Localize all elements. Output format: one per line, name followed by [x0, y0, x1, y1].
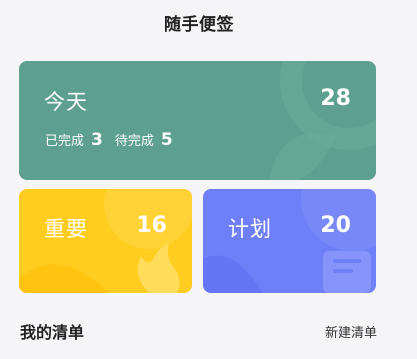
plan-card[interactable]: 计划 20 [203, 189, 376, 293]
leaf-decoration-icon [269, 61, 376, 180]
today-stats: 已完成 3 待完成 5 [45, 130, 185, 150]
plan-count: 20 [320, 213, 351, 238]
important-card[interactable]: 重要 16 [19, 189, 192, 293]
done-label: 已完成 [45, 134, 85, 149]
today-count: 28 [320, 86, 351, 111]
today-label: 今天 [44, 90, 88, 114]
my-lists-title: 我的清单 [20, 323, 85, 342]
done-count: 3 [91, 130, 103, 150]
pending-label: 待完成 [114, 134, 154, 149]
app: 随手便签 今天 28 已完成 3 待完成 5 重要 16 计划 20 我的清单 … [0, 0, 417, 359]
important-count: 16 [136, 213, 167, 238]
my-lists-header: 我的清单 新建清单 [20, 320, 377, 342]
pending-count: 5 [160, 130, 173, 150]
plan-label: 计划 [228, 217, 272, 241]
important-label: 重要 [44, 217, 88, 241]
today-card[interactable]: 今天 28 已完成 3 待完成 5 [19, 61, 376, 180]
new-list-button[interactable]: 新建清单 [325, 322, 377, 341]
page-title: 随手便签 [164, 15, 234, 35]
